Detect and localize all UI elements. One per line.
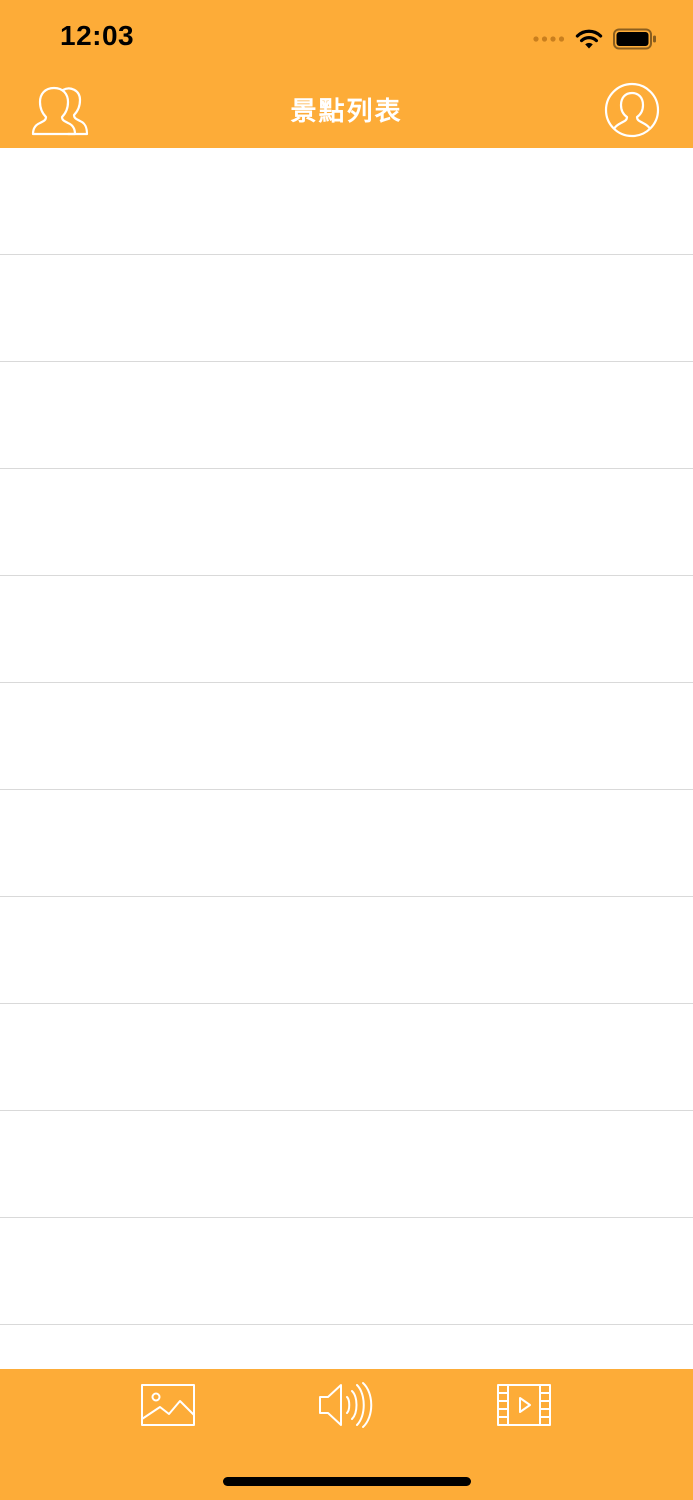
attraction-list[interactable] — [0, 148, 693, 1369]
list-item[interactable] — [0, 683, 693, 790]
image-button[interactable] — [140, 1381, 198, 1429]
audio-button[interactable] — [317, 1381, 375, 1429]
list-item[interactable] — [0, 1111, 693, 1218]
list-item[interactable] — [0, 576, 693, 683]
list-item[interactable] — [0, 1325, 693, 1369]
status-time: 12:03 — [60, 20, 135, 51]
list-item[interactable] — [0, 362, 693, 469]
image-icon — [141, 1384, 195, 1426]
list-item[interactable] — [0, 148, 693, 255]
profile-button[interactable] — [604, 82, 660, 138]
list-item[interactable] — [0, 790, 693, 897]
list-item[interactable] — [0, 897, 693, 1004]
list-item[interactable] — [0, 1218, 693, 1325]
status-icons — [533, 26, 657, 52]
app-screen: 12:03 景點列表 — [0, 0, 693, 1500]
home-indicator — [223, 1477, 471, 1486]
video-icon — [497, 1384, 551, 1426]
list-item[interactable] — [0, 1004, 693, 1111]
bottom-toolbar — [0, 1369, 693, 1500]
header: 12:03 景點列表 — [0, 0, 693, 148]
signal-dots-icon — [533, 36, 565, 42]
wifi-icon — [575, 29, 603, 49]
video-button[interactable] — [496, 1381, 554, 1429]
list-item[interactable] — [0, 255, 693, 362]
profile-icon — [604, 82, 660, 138]
page-title: 景點列表 — [290, 97, 403, 127]
audio-icon — [319, 1382, 373, 1428]
list-item[interactable] — [0, 469, 693, 576]
battery-icon — [613, 28, 656, 50]
